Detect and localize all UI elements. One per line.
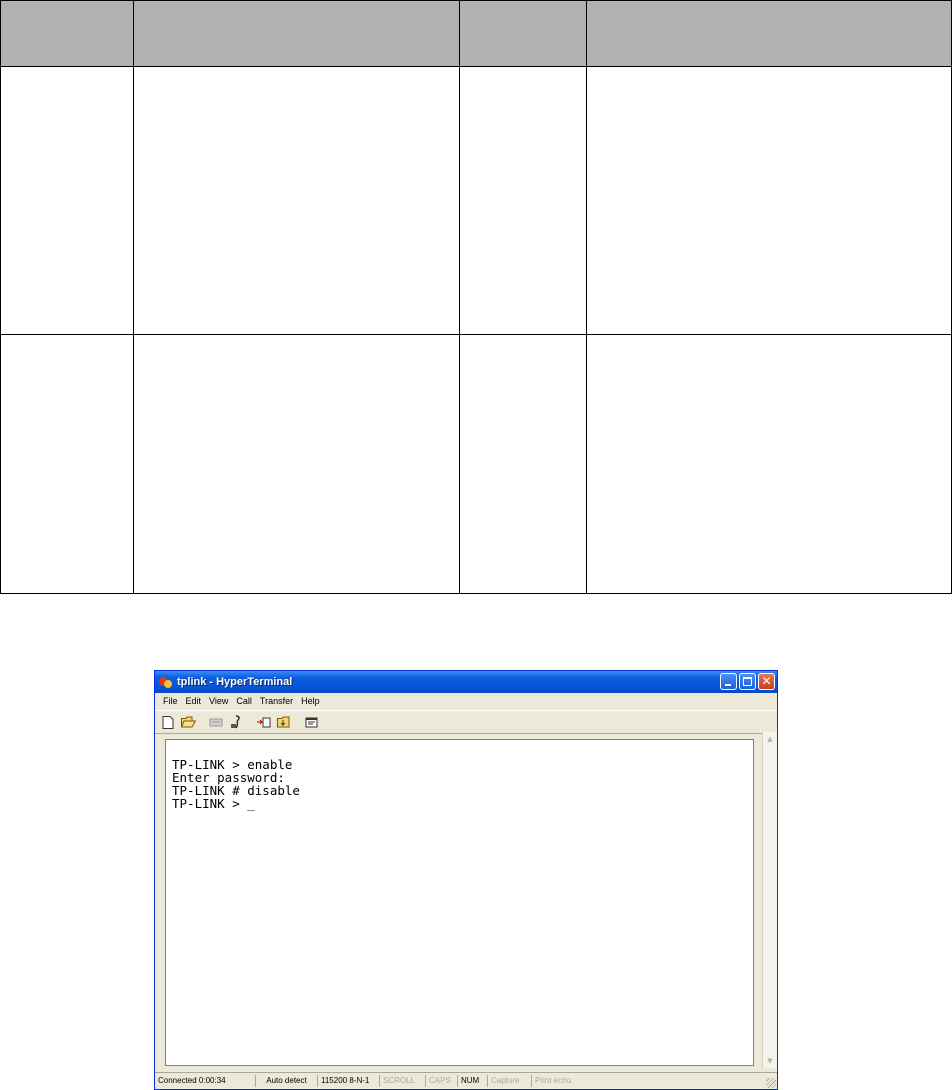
table-cell: [586, 66, 952, 335]
minimize-button[interactable]: [720, 673, 737, 690]
properties-icon[interactable]: [303, 714, 321, 730]
resize-grip-icon[interactable]: [766, 1078, 776, 1088]
status-detect: Auto detect: [256, 1075, 318, 1087]
new-icon[interactable]: [159, 714, 177, 730]
scroll-up-arrow-icon[interactable]: ▲: [763, 732, 777, 746]
send-icon[interactable]: [255, 714, 273, 730]
terminal-line: TP-LINK > _: [172, 796, 255, 811]
table-cell: [133, 333, 460, 595]
status-num: NUM: [458, 1075, 488, 1087]
table-row: [0, 333, 952, 595]
scroll-down-arrow-icon[interactable]: ▼: [763, 1054, 777, 1068]
close-icon: ✕: [761, 674, 772, 688]
document-table: [0, 0, 952, 595]
minimize-icon: [725, 684, 731, 686]
status-port-settings: 115200 8-N-1: [318, 1075, 380, 1087]
window-title: tplink - HyperTerminal: [177, 676, 293, 688]
table-header-cell: [0, 0, 134, 68]
table-header-cell: [586, 0, 952, 68]
menu-edit[interactable]: Edit: [182, 696, 206, 706]
status-print-echo: Print echo: [535, 1076, 572, 1085]
hyperterminal-window: tplink - HyperTerminal ✕ File Edit View …: [154, 670, 778, 1090]
menu-bar: File Edit View Call Transfer Help: [155, 693, 777, 709]
status-caps: CAPS: [426, 1075, 458, 1087]
status-bar: Connected 0:00:34 Auto detect 115200 8-N…: [155, 1072, 777, 1089]
menu-call[interactable]: Call: [232, 696, 256, 706]
table-header-cell: [133, 0, 460, 68]
table-header-cell: [459, 0, 587, 68]
disconnect-icon[interactable]: [207, 714, 225, 730]
title-bar[interactable]: tplink - HyperTerminal ✕: [155, 671, 777, 693]
menu-view[interactable]: View: [205, 696, 232, 706]
close-button[interactable]: ✕: [758, 673, 775, 690]
table-header-row: [0, 0, 952, 68]
receive-icon[interactable]: [275, 714, 293, 730]
menu-transfer[interactable]: Transfer: [256, 696, 297, 706]
menu-file[interactable]: File: [159, 696, 182, 706]
menu-help[interactable]: Help: [297, 696, 324, 706]
toolbar: [155, 710, 777, 734]
status-scroll: SCROLL: [380, 1075, 426, 1087]
hyperterminal-app-icon[interactable]: [159, 675, 173, 689]
open-icon[interactable]: [179, 714, 197, 730]
dial-icon[interactable]: [227, 714, 245, 730]
maximize-button[interactable]: [739, 673, 756, 690]
table-cell: [459, 66, 587, 335]
status-connected: Connected 0:00:34: [155, 1075, 256, 1087]
table-cell: [586, 333, 952, 595]
table-cell: [133, 66, 460, 335]
terminal-screen[interactable]: TP-LINK > enable Enter password: TP-LINK #…: [165, 739, 754, 1066]
vertical-scrollbar[interactable]: ▲ ▼: [762, 732, 777, 1068]
window-controls: ✕: [720, 673, 775, 690]
status-capture: Capture: [488, 1075, 532, 1087]
table-cell: [0, 66, 134, 335]
table-row: [0, 66, 952, 335]
table-cell: [0, 333, 134, 595]
maximize-icon: [743, 677, 752, 686]
terminal-output: TP-LINK > enable Enter password: TP-LINK #…: [172, 758, 300, 810]
table-cell: [459, 333, 587, 595]
